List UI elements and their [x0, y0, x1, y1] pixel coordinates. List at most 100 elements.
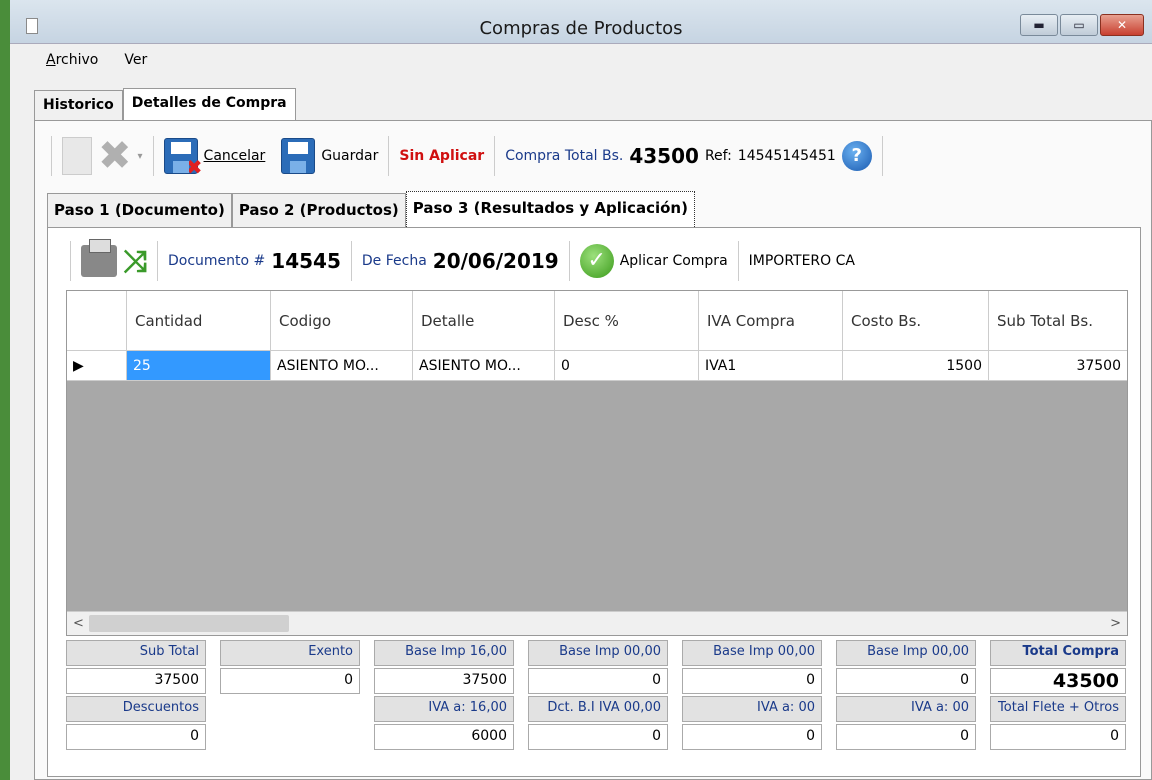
total-label: Base Imp 16,00 — [374, 640, 514, 666]
column-header[interactable]: Desc % — [555, 291, 699, 350]
save-button[interactable]: Guardar — [321, 148, 378, 164]
total-label: Base Imp 00,00 — [528, 640, 668, 666]
tab-paso-2[interactable]: Paso 2 (Productos) — [231, 193, 406, 227]
delete-icon[interactable]: ✖ — [98, 136, 132, 176]
column-header[interactable]: Costo Bs. — [843, 291, 989, 350]
toolbar-grip — [70, 241, 71, 281]
totals-panel: Sub Total Exento Base Imp 16,00 Base Imp… — [66, 640, 1128, 770]
maximize-icon: ▭ — [1073, 18, 1085, 32]
close-button[interactable]: ✕ — [1100, 14, 1144, 36]
row-header-corner — [67, 291, 127, 350]
paso-3-panel: ⤨ Documento # 14545 De Fecha 20/06/2019 … — [47, 227, 1141, 777]
dropdown-arrow-icon[interactable]: ▾ — [138, 151, 143, 162]
row-indicator-icon: ▶ — [67, 351, 127, 380]
total-value: 37500 — [374, 668, 514, 694]
date-value: 20/06/2019 — [432, 249, 559, 273]
scroll-right-icon[interactable]: > — [1110, 616, 1121, 631]
shuffle-icon[interactable]: ⤨ — [123, 244, 147, 279]
table-cell[interactable]: ASIENTO MO... — [271, 351, 413, 380]
help-icon[interactable]: ? — [841, 141, 872, 171]
separator — [881, 136, 883, 176]
table-cell[interactable]: ASIENTO MO... — [413, 351, 555, 380]
total-label: Sub Total — [66, 640, 206, 666]
total-value: 0 — [66, 724, 206, 750]
total-value: 0 — [836, 724, 976, 750]
detalles-panel: ✖ ▾ ✖ Cancelar Guardar Sin Aplicar Compr… — [34, 120, 1152, 780]
title-bar: Compras de Productos ▬ ▭ ✕ — [10, 0, 1152, 44]
new-document-icon[interactable] — [62, 137, 92, 175]
separator — [737, 241, 739, 281]
column-header[interactable]: Detalle — [413, 291, 555, 350]
step-tabs: Paso 1 (Documento) Paso 2 (Productos) Pa… — [47, 191, 695, 227]
cancel-save-icon: ✖ — [163, 138, 203, 179]
total-value: 0 — [528, 724, 668, 750]
tab-historico[interactable]: Historico — [34, 90, 123, 120]
menu-ver[interactable]: Ver — [124, 52, 147, 78]
separator — [152, 136, 154, 176]
status-label: Sin Aplicar — [399, 148, 485, 164]
separator — [568, 241, 570, 281]
products-grid: Cantidad Codigo Detalle Desc % IVA Compr… — [66, 290, 1128, 636]
total-label: IVA a: 00 — [682, 696, 822, 722]
supplier-name: IMPORTERO CA — [748, 253, 855, 269]
horizontal-scrollbar[interactable]: < > — [67, 611, 1127, 635]
tab-detalles-de-compra[interactable]: Detalles de Compra — [122, 88, 296, 120]
table-cell[interactable]: 0 — [555, 351, 699, 380]
ref-value: 14545145451 — [737, 148, 836, 164]
total-value: 0 — [836, 668, 976, 694]
total-value: 0 — [220, 668, 360, 694]
save-disk-icon — [281, 138, 316, 174]
maximize-button[interactable]: ▭ — [1060, 14, 1098, 36]
ref-label: Ref: — [704, 148, 732, 164]
toolbar-grip — [51, 136, 52, 176]
total-compra-value: 43500 — [990, 668, 1126, 694]
total-label: Base Imp 00,00 — [836, 640, 976, 666]
toolbar: ✖ ▾ ✖ Cancelar Guardar Sin Aplicar Compr… — [47, 129, 1147, 183]
table-cell[interactable]: 25 — [127, 351, 271, 380]
total-value: 43500 — [629, 144, 699, 168]
total-label: IVA a: 16,00 — [374, 696, 514, 722]
total-label: Exento — [220, 640, 360, 666]
document-toolbar: ⤨ Documento # 14545 De Fecha 20/06/2019 … — [66, 236, 1126, 286]
separator — [157, 241, 158, 281]
menu-bar: Archivo Ver — [10, 52, 147, 78]
document-label: Documento # — [168, 253, 266, 269]
tab-paso-3[interactable]: Paso 3 (Resultados y Aplicación) — [405, 191, 695, 227]
apply-purchase-button[interactable]: Aplicar Compra — [620, 253, 728, 269]
column-header[interactable]: IVA Compra — [699, 291, 843, 350]
printer-icon[interactable] — [81, 239, 117, 277]
column-header[interactable]: Sub Total Bs. — [989, 291, 1127, 350]
total-label: Total Flete + Otros — [990, 696, 1126, 722]
grid-header: Cantidad Codigo Detalle Desc % IVA Compr… — [67, 291, 1127, 351]
tab-paso-1[interactable]: Paso 1 (Documento) — [47, 193, 232, 227]
column-header[interactable]: Codigo — [271, 291, 413, 350]
table-row[interactable]: ▶ 25 ASIENTO MO... ASIENTO MO... 0 IVA1 … — [67, 351, 1127, 381]
minimize-button[interactable]: ▬ — [1020, 14, 1058, 36]
total-value: 0 — [682, 724, 822, 750]
total-label: Compra Total Bs. — [505, 148, 624, 164]
scroll-left-icon[interactable]: < — [73, 616, 84, 631]
close-icon: ✕ — [1116, 18, 1128, 32]
check-icon[interactable]: ✓ — [579, 244, 614, 278]
column-header[interactable]: Cantidad — [127, 291, 271, 350]
total-value: 0 — [528, 668, 668, 694]
cancel-button[interactable]: Cancelar — [204, 148, 266, 164]
total-value: 6000 — [374, 724, 514, 750]
menu-archivo[interactable]: Archivo — [46, 52, 98, 78]
table-cell[interactable]: IVA1 — [699, 351, 843, 380]
total-compra-label: Total Compra — [990, 640, 1126, 666]
total-label: IVA a: 00 — [836, 696, 976, 722]
total-value: 0 — [682, 668, 822, 694]
table-cell[interactable]: 1500 — [843, 351, 989, 380]
separator — [388, 136, 390, 176]
document-number: 14545 — [271, 249, 341, 273]
total-label: Base Imp 00,00 — [682, 640, 822, 666]
app-window: Compras de Productos ▬ ▭ ✕ Archivo Ver H… — [0, 0, 1152, 780]
scrollbar-thumb[interactable] — [89, 615, 289, 632]
total-label: Descuentos — [66, 696, 206, 722]
minimize-icon: ▬ — [1033, 18, 1045, 32]
table-cell[interactable]: 37500 — [989, 351, 1127, 380]
main-tabs: Historico Detalles de Compra — [34, 88, 296, 120]
separator — [494, 136, 496, 176]
window-controls: ▬ ▭ ✕ — [1020, 14, 1144, 36]
